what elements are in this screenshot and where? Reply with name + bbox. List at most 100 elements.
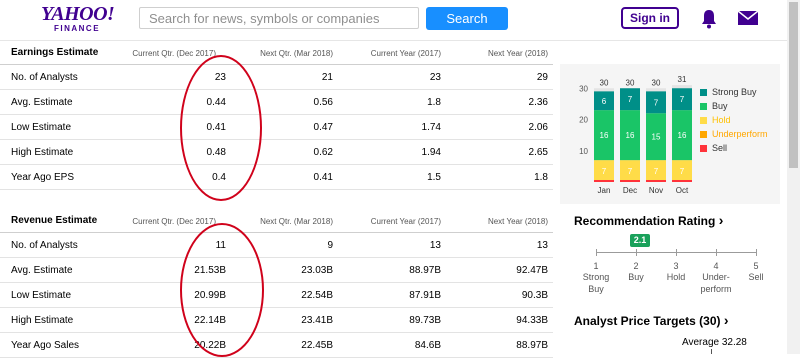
scale-tick	[676, 249, 677, 256]
analyst-price-targets-title[interactable]: Analyst Price Targets (30) ›	[574, 312, 729, 328]
top-header: YAHOO! FINANCE Search for news, symbols …	[0, 0, 800, 41]
bar-segment-label: 7	[602, 167, 607, 176]
search-input[interactable]: Search for news, symbols or companies	[139, 7, 419, 29]
price-targets-label: Analyst Price Targets (30)	[574, 314, 721, 328]
row-value: 84.6B	[414, 340, 441, 351]
row-label: High Estimate	[11, 147, 74, 158]
row-value: 0.62	[313, 147, 333, 158]
scale-number: 2	[633, 261, 639, 271]
legend-label: Underperform	[712, 129, 768, 139]
chevron-right-icon: ›	[723, 312, 729, 328]
table-row: Low Estimate 20.99B 22.54B 87.91B 90.3B	[0, 283, 553, 308]
column-header: Current Qtr. (Dec 2017)	[132, 217, 216, 226]
scrollbar-thumb[interactable]	[789, 2, 798, 168]
scale-tick	[636, 249, 637, 256]
row-value: 92.47B	[516, 265, 548, 276]
average-target-marker	[711, 349, 712, 354]
bar-segment-label: 7	[680, 167, 685, 176]
row-value: 23.41B	[301, 315, 333, 326]
highlight-circle-earnings	[180, 55, 262, 201]
page-scrollbar[interactable]	[787, 0, 800, 354]
bar-total-label: 31	[678, 75, 687, 84]
scale-tick	[596, 249, 597, 256]
search-button[interactable]: Search	[426, 7, 508, 30]
table-title: Earnings Estimate	[11, 47, 99, 58]
row-label: Low Estimate	[11, 122, 72, 133]
column-header: Next Qtr. (Mar 2018)	[260, 49, 333, 58]
table-row: Year Ago Sales 20.22B 22.45B 84.6B 88.97B	[0, 333, 553, 358]
scale-number: 4	[713, 261, 719, 271]
bar-segment-label: 16	[678, 131, 687, 140]
recommendation-scale: 1 Strong Buy 2 Buy 3 Hold 4 Under-perform 5 Sell …	[560, 230, 785, 300]
bar-base	[620, 180, 640, 182]
row-label: Avg. Estimate	[11, 97, 73, 108]
row-value: 1.74	[421, 122, 441, 133]
row-value: 22.54B	[301, 290, 333, 301]
average-price-target: Average 32.28	[682, 337, 747, 348]
bar-segment-label: 16	[600, 131, 609, 140]
recommendation-rating-title[interactable]: Recommendation Rating ›	[574, 212, 723, 228]
x-category-label: Jan	[598, 186, 611, 195]
scale-label: Strong Buy	[582, 272, 610, 294]
row-value: 23	[429, 72, 441, 83]
legend-swatch	[700, 89, 707, 96]
column-header: Next Qtr. (Mar 2018)	[260, 217, 333, 226]
notifications-bell-icon[interactable]	[701, 9, 717, 34]
bar-segment-label: 7	[654, 98, 659, 107]
scale-label: Hold	[666, 272, 686, 282]
bar-base	[594, 180, 614, 182]
row-value: 13	[536, 240, 548, 251]
y-tick-label: 20	[579, 116, 588, 125]
bar-base	[672, 180, 692, 182]
scale-label: Buy	[628, 272, 644, 282]
legend-swatch	[700, 145, 707, 152]
row-label: No. of Analysts	[11, 240, 78, 251]
row-label: No. of Analysts	[11, 72, 78, 83]
bar-segment-label: 7	[628, 95, 633, 104]
row-value: 88.97B	[516, 340, 548, 351]
row-value: 94.33B	[516, 315, 548, 326]
scale-number: 3	[673, 261, 679, 271]
row-label: Low Estimate	[11, 290, 72, 301]
yahoo-finance-logo[interactable]: YAHOO! FINANCE	[41, 3, 115, 33]
x-category-label: Dec	[623, 186, 637, 195]
rating-value: 2.1	[633, 235, 647, 245]
row-value: 1.5	[427, 172, 441, 183]
table-title: Revenue Estimate	[11, 215, 98, 226]
bar-total-label: 30	[626, 78, 635, 87]
table-header-row: Revenue Estimate Current Qtr. (Dec 2017) N…	[0, 208, 553, 233]
table-row: Low Estimate 0.41 0.47 1.74 2.06	[0, 115, 553, 140]
row-label: High Estimate	[11, 315, 74, 326]
legend-label: Buy	[712, 101, 728, 111]
row-label: Year Ago EPS	[11, 172, 75, 183]
table-row: Year Ago EPS 0.4 0.41 1.5 1.8	[0, 165, 553, 190]
row-value: 29	[536, 72, 548, 83]
legend-swatch	[700, 117, 707, 124]
legend-swatch	[700, 103, 707, 110]
logo-subtitle: FINANCE	[53, 24, 101, 33]
column-header: Next Year (2018)	[487, 49, 548, 58]
row-value: 22.45B	[301, 340, 333, 351]
sign-in-button[interactable]: Sign in	[621, 7, 679, 29]
legend-label: Sell	[712, 143, 728, 153]
row-value: 0.41	[313, 172, 333, 183]
x-category-label: Oct	[676, 186, 689, 195]
row-value: 1.8	[534, 172, 548, 183]
legend-swatch	[700, 131, 707, 138]
bar-segment-label: 15	[652, 133, 661, 142]
scale-number: 1	[593, 261, 599, 271]
mail-icon[interactable]	[737, 10, 759, 30]
recommendation-rating-label: Recommendation Rating	[574, 214, 716, 228]
table-header-row: Earnings Estimate Current Qtr. (Dec 2017)…	[0, 40, 553, 65]
logo-wordmark: YAHOO!	[41, 3, 115, 25]
scale-label: Under-perform	[700, 272, 732, 294]
row-value: 89.73B	[409, 315, 441, 326]
table-row: No. of Analysts 23 21 23 29	[0, 65, 553, 90]
row-value: 13	[429, 240, 441, 251]
scale-label: Sell	[748, 272, 764, 282]
bar-segment-label: 7	[680, 95, 685, 104]
row-value: 2.65	[528, 147, 548, 158]
scale-tick	[756, 249, 757, 256]
rating-value-badge: 2.1	[630, 234, 650, 247]
bar-total-label: 30	[652, 78, 661, 87]
